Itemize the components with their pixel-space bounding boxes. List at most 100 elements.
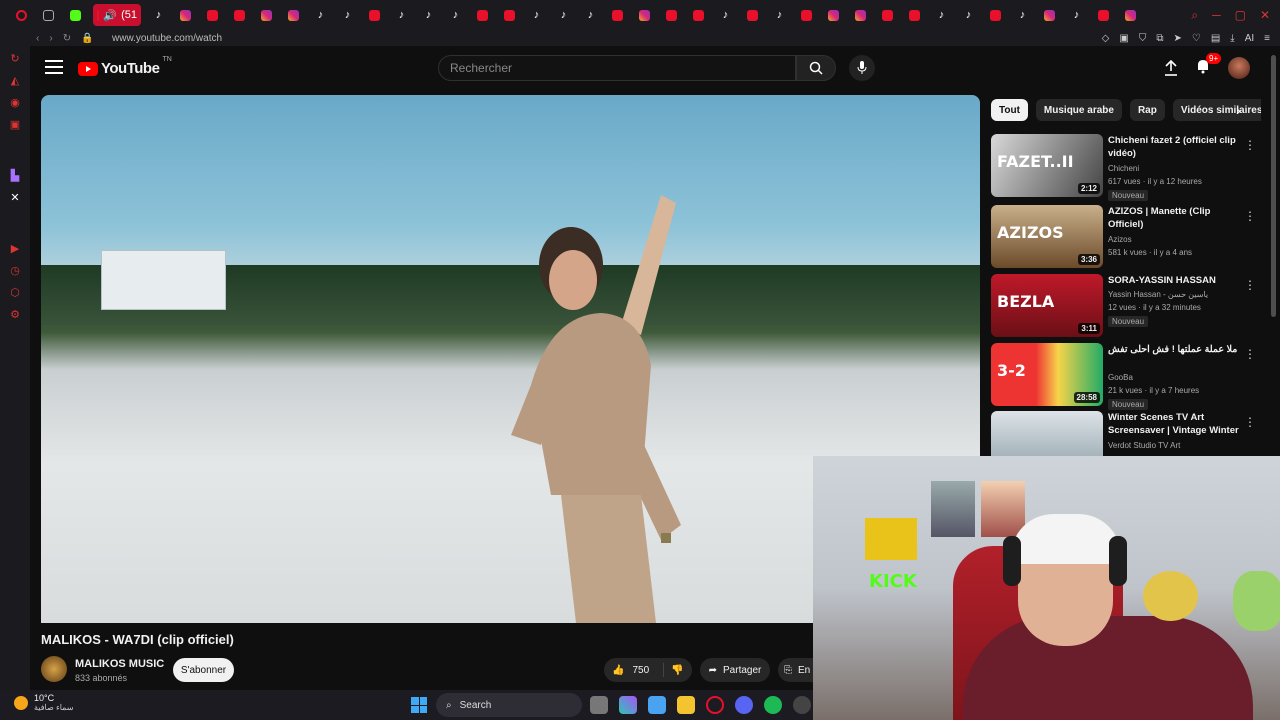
url-field[interactable]: www.youtube.com/watch bbox=[112, 33, 222, 44]
chip-all[interactable]: Tout bbox=[991, 99, 1028, 121]
recommendation-title[interactable]: AZIZOS | Manette (Clip Officiel) bbox=[1108, 205, 1244, 231]
spotify-icon[interactable] bbox=[764, 696, 782, 714]
upload-icon[interactable] bbox=[1164, 60, 1178, 76]
back-icon[interactable]: ‹ bbox=[36, 33, 39, 44]
share-button[interactable]: ➦ Partager bbox=[700, 658, 770, 682]
browser-tab-youtube[interactable] bbox=[199, 0, 226, 30]
recommendation-item[interactable]: FAZET..II 2:12 Chicheni fazet 2 (officiel … bbox=[991, 134, 1261, 201]
video-thumbnail[interactable]: 3-2 28:58 bbox=[991, 343, 1103, 406]
browser-tab-youtube[interactable] bbox=[604, 0, 631, 30]
weather-widget[interactable]: 10°C سماء صافية bbox=[14, 693, 74, 712]
more-icon[interactable]: ≡ bbox=[1264, 33, 1270, 44]
browser-tab-youtube[interactable] bbox=[361, 0, 388, 30]
snapshot-icon[interactable]: ▣ bbox=[1119, 33, 1128, 44]
steam-icon[interactable] bbox=[793, 696, 811, 714]
browser-tab-tiktok[interactable]: ♪ bbox=[415, 0, 442, 30]
chip-similar[interactable]: Vidéos similaires bbox=[1172, 99, 1261, 121]
recommendation-channel[interactable]: GooBa bbox=[1108, 373, 1133, 382]
browser-tab-youtube[interactable] bbox=[1090, 0, 1117, 30]
page-scrollbar[interactable] bbox=[1271, 55, 1276, 317]
opera-gx-icon[interactable] bbox=[706, 696, 724, 714]
forward-icon[interactable]: › bbox=[49, 33, 52, 44]
browser-tab-instagram[interactable] bbox=[847, 0, 874, 30]
cube-icon[interactable]: ⬡ bbox=[10, 286, 20, 299]
browser-tab-tiktok[interactable]: ♪ bbox=[145, 0, 172, 30]
browser-tab-tiktok[interactable]: ♪ bbox=[550, 0, 577, 30]
browser-tab-instagram[interactable] bbox=[172, 0, 199, 30]
recommendation-channel[interactable]: Azizos bbox=[1108, 235, 1132, 244]
recommendation-item[interactable]: Winter Scenes TV Art Screensaver | Vinta… bbox=[991, 411, 1261, 457]
save-button[interactable]: ⎘ En bbox=[778, 658, 818, 682]
recommendation-channel[interactable]: Yassin Hassan - ياسين حسن bbox=[1108, 290, 1208, 299]
video-thumbnail[interactable]: FAZET..II 2:12 bbox=[991, 134, 1103, 197]
history-icon[interactable]: ↻ bbox=[10, 52, 19, 65]
video-thumbnail[interactable]: AZIZOS 3:36 bbox=[991, 205, 1103, 268]
close-button[interactable]: ✕ bbox=[1260, 8, 1270, 22]
task-view-icon[interactable] bbox=[590, 696, 608, 714]
bookmark-icon[interactable]: ◇ bbox=[1102, 33, 1110, 44]
browser-tab-tiktok[interactable]: ♪ bbox=[928, 0, 955, 30]
browser-tab-youtube[interactable] bbox=[739, 0, 766, 30]
browser-tab-tiktok[interactable]: ♪ bbox=[1063, 0, 1090, 30]
channel-name[interactable]: MALIKOS MUSIC bbox=[75, 658, 164, 670]
hamburger-menu-icon[interactable] bbox=[45, 60, 63, 74]
play-icon[interactable]: ▶ bbox=[11, 242, 19, 255]
video-thumbnail[interactable] bbox=[991, 411, 1103, 457]
search-button[interactable] bbox=[796, 55, 836, 81]
recommendation-title[interactable]: Winter Scenes TV Art Screensaver | Vinta… bbox=[1108, 411, 1244, 437]
minimize-button[interactable]: ─ bbox=[1212, 8, 1221, 22]
notifications-button[interactable]: 9+ bbox=[1196, 52, 1222, 79]
recommendation-channel[interactable]: Chicheni bbox=[1108, 164, 1139, 173]
recommendation-title[interactable]: SORA-YASSIN HASSAN bbox=[1108, 274, 1244, 287]
youtube-logo[interactable]: YouTube TN bbox=[78, 56, 172, 77]
browser-tab-youtube[interactable] bbox=[982, 0, 1009, 30]
browser-tab-youtube-active[interactable]: 🔊 (51 bbox=[93, 4, 141, 26]
ai-icon[interactable]: AI bbox=[1245, 33, 1254, 44]
browser-tab-instagram[interactable] bbox=[1036, 0, 1063, 30]
chip-arabic-music[interactable]: Musique arabe bbox=[1035, 99, 1122, 121]
more-vert-icon[interactable]: ⋮ bbox=[1244, 278, 1256, 292]
player-icon[interactable]: ▣ bbox=[10, 118, 20, 131]
like-button[interactable]: 👍 750 bbox=[604, 663, 664, 677]
subscribe-button[interactable]: S'abonner bbox=[173, 658, 234, 682]
browser-tab-youtube[interactable] bbox=[793, 0, 820, 30]
video-thumbnail[interactable]: BEZLA 3:11 bbox=[991, 274, 1103, 337]
recommendation-item[interactable]: 3-2 28:58 ملا عملة عملتها ! فش احلى تفش Goo… bbox=[991, 343, 1261, 410]
chip-rap[interactable]: Rap bbox=[1129, 99, 1165, 121]
shield-icon[interactable]: ⛉ bbox=[1139, 33, 1147, 44]
twitch-icon[interactable]: ▙ bbox=[11, 169, 19, 182]
browser-tab-instagram[interactable] bbox=[820, 0, 847, 30]
browser-tab-tiktok[interactable]: ♪ bbox=[388, 0, 415, 30]
browser-tab-kick[interactable] bbox=[62, 0, 89, 30]
clock-icon[interactable]: ◷ bbox=[10, 264, 20, 277]
search-tabs-icon[interactable]: ⌕ bbox=[1191, 8, 1198, 23]
more-vert-icon[interactable]: ⋮ bbox=[1244, 415, 1256, 429]
browser-tab-tiktok[interactable]: ♪ bbox=[577, 0, 604, 30]
more-vert-icon[interactable]: ⋮ bbox=[1244, 347, 1256, 361]
messenger-icon[interactable]: ◉ bbox=[10, 96, 20, 109]
voice-search-button[interactable] bbox=[849, 55, 875, 81]
dislike-button[interactable]: 👎 bbox=[664, 665, 683, 676]
recommendation-title[interactable]: Chicheni fazet 2 (officiel clip vidéo) bbox=[1108, 134, 1244, 160]
discord-icon[interactable] bbox=[735, 696, 753, 714]
more-vert-icon[interactable]: ⋮ bbox=[1244, 138, 1256, 152]
recommendation-title[interactable]: ملا عملة عملتها ! فش احلى تفش bbox=[1108, 343, 1244, 356]
browser-tab-youtube[interactable] bbox=[658, 0, 685, 30]
recommendation-item[interactable]: BEZLA 3:11 SORA-YASSIN HASSAN Yassin Hassan… bbox=[991, 274, 1261, 338]
browser-tab-instagram[interactable] bbox=[253, 0, 280, 30]
download-icon[interactable]: ⤓ bbox=[1230, 33, 1234, 44]
more-vert-icon[interactable]: ⋮ bbox=[1244, 209, 1256, 223]
send-icon[interactable]: ➤ bbox=[1173, 33, 1181, 44]
browser-tab-tiktok[interactable]: ♪ bbox=[1009, 0, 1036, 30]
heart-icon[interactable]: ♡ bbox=[1192, 33, 1201, 44]
maximize-button[interactable]: ▢ bbox=[1235, 8, 1246, 22]
browser-tab-tiktok[interactable]: ♪ bbox=[442, 0, 469, 30]
reload-icon[interactable]: ↻ bbox=[63, 33, 71, 44]
extension-icon[interactable]: ⧉ bbox=[1156, 33, 1163, 44]
browser-tab-tiktok[interactable]: ♪ bbox=[766, 0, 793, 30]
browser-tab-youtube[interactable] bbox=[901, 0, 928, 30]
account-avatar[interactable] bbox=[1228, 57, 1250, 79]
browser-tab-tiktok[interactable]: ♪ bbox=[523, 0, 550, 30]
browser-tab-youtube[interactable] bbox=[469, 0, 496, 30]
windows-start-icon[interactable] bbox=[411, 697, 427, 713]
